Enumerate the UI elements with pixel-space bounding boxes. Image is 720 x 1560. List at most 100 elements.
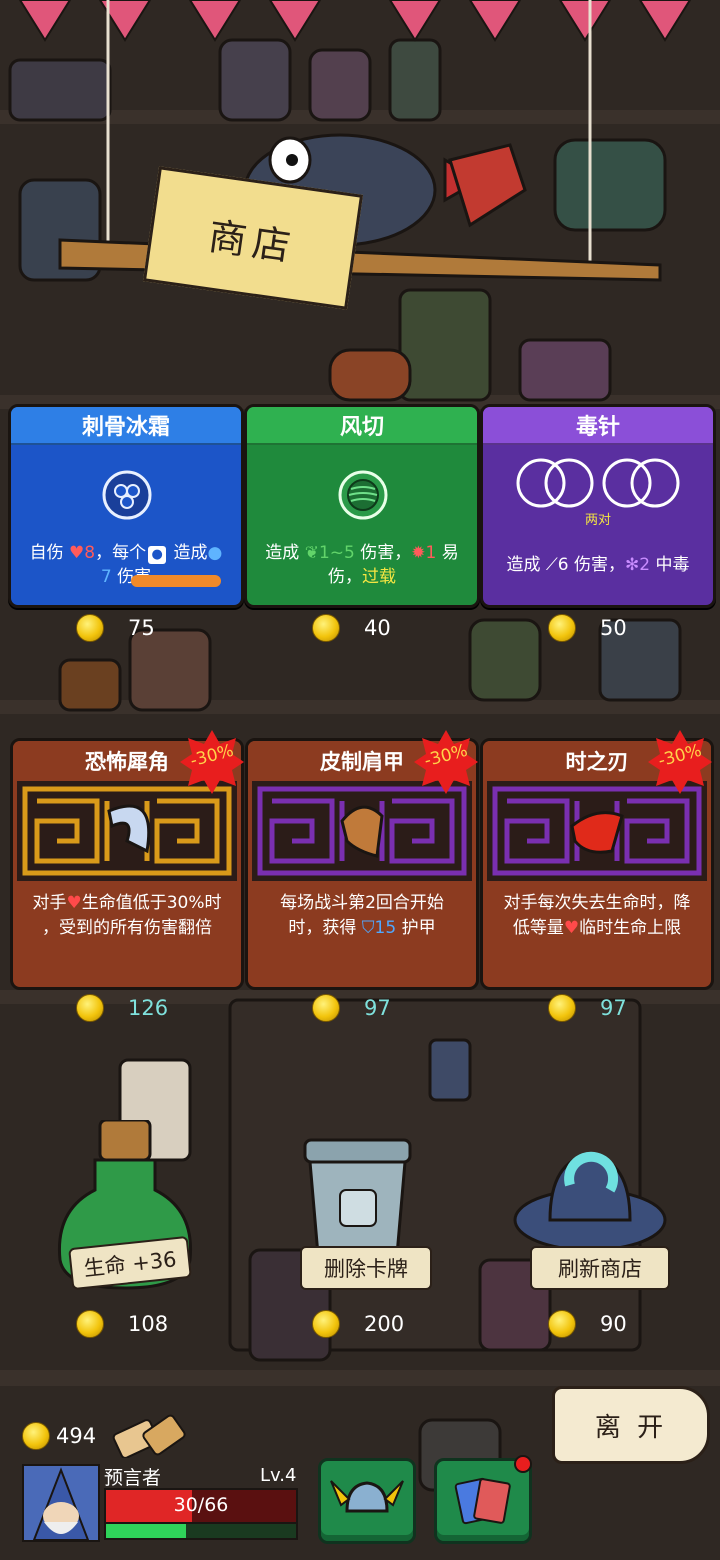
frost-orb-icon <box>102 470 152 520</box>
vulnerable-value: 1 <box>425 543 437 563</box>
heart-icon: ♥ <box>66 893 82 913</box>
trash-can-icon[interactable] <box>285 1130 430 1260</box>
orange-scribble <box>131 575 221 587</box>
coin-icon <box>548 614 576 642</box>
coin-icon <box>548 1310 576 1338</box>
desc-text: 低等量 <box>512 918 564 938</box>
hp-text: 30/66 <box>173 1494 229 1516</box>
hp-bar: 30/66 <box>104 1488 298 1524</box>
coin-icon <box>76 614 104 642</box>
price-value: 126 <box>128 996 169 1020</box>
price-value: 108 <box>128 1312 169 1336</box>
price-value: 90 <box>600 1312 627 1336</box>
desc-text: 中毒 <box>650 555 690 575</box>
dagger-icon: ⟋ <box>545 555 558 575</box>
relic-maze-frame <box>487 781 707 881</box>
desc-text: 生命值低于30%时 <box>81 893 222 913</box>
price-value: 40 <box>364 616 391 640</box>
service-remove-card-button[interactable]: 删除卡牌 <box>300 1246 432 1290</box>
maze-pattern <box>22 786 232 876</box>
relic-description: 对手♥生命值低于30%时 ，受到的所有伤害翻倍 <box>21 891 233 941</box>
card-description: 造成 ❦1~5 伤害，✹1 易 伤，过载 <box>253 541 471 589</box>
leave-label: 离 开 <box>594 1412 668 1443</box>
leaf-icon: ❦ <box>304 543 319 563</box>
map-scroll-icon[interactable] <box>112 1412 188 1458</box>
card-price: 50 <box>548 614 627 642</box>
price-value: 97 <box>600 996 627 1020</box>
relic-price: 97 <box>312 994 391 1022</box>
magic-hat-refresh-icon[interactable] <box>510 1130 670 1260</box>
relic-maze-frame <box>252 781 472 881</box>
water-drop-box-icon: ● <box>148 546 167 564</box>
damage-value: 7 <box>100 567 112 587</box>
price-value: 97 <box>364 996 391 1020</box>
armor-value: 15 <box>374 918 397 938</box>
shop-scene: 商店 刺骨冰霜 自伤 ♥8，每个● 造成● 7 伤害 风切 造成 ❦1~5 伤害… <box>0 0 720 1560</box>
damage-range: 1~5 <box>318 543 355 563</box>
card-title: 毒针 <box>483 407 713 445</box>
card-title: 刺骨冰霜 <box>11 407 241 445</box>
relic-description: 对手每次失去生命时，降 低等量♥临时生命上限 <box>491 891 703 941</box>
card-title: 风切 <box>247 407 477 445</box>
desc-text: 临时生命上限 <box>579 918 682 938</box>
water-drop-icon: ● <box>207 543 223 563</box>
coin-icon <box>76 1310 104 1338</box>
viking-helmet-icon <box>330 1480 404 1513</box>
overload-keyword: 过载 <box>362 567 396 587</box>
service-price: 108 <box>76 1310 168 1338</box>
relic-description: 每场战斗第2回合开始 时，获得 ⛉15 护甲 <box>256 891 468 941</box>
player-name: 预言者 <box>104 1467 162 1489</box>
desc-text: 时，获得 <box>288 918 362 938</box>
desc-text: 伤害， <box>354 543 412 563</box>
relic-maze-frame <box>17 781 237 881</box>
card-description: 造成 ⟋6 伤害，✻2 中毒 <box>489 553 707 577</box>
player-avatar[interactable] <box>22 1464 100 1542</box>
wind-orb-icon <box>338 470 388 520</box>
coin-icon <box>312 1310 340 1338</box>
desc-text: 伤害， <box>568 555 626 575</box>
vulnerable-icon: ✹ <box>411 543 426 563</box>
price-value: 75 <box>128 616 155 640</box>
desc-text: 易 <box>436 543 459 563</box>
wizard-portrait <box>32 1467 90 1541</box>
desc-text: 造成 <box>265 543 305 563</box>
service-price: 200 <box>312 1310 404 1338</box>
poison-value: 2 <box>639 555 651 575</box>
coin-icon <box>312 994 340 1022</box>
desc-text: ，受到的所有伤害翻倍 <box>42 918 212 938</box>
desc-text: 造成 <box>168 543 208 563</box>
maze-pattern <box>492 786 702 876</box>
pauldron-icon <box>340 805 384 858</box>
maze-pattern <box>257 786 467 876</box>
desc-text: 对手每次失去生命时，降 <box>503 893 691 913</box>
coin-icon <box>312 614 340 642</box>
service-refresh-shop-button[interactable]: 刷新商店 <box>530 1246 670 1290</box>
desc-text: 造成 <box>506 555 546 575</box>
xp-bar <box>104 1522 298 1540</box>
desc-text: 对手 <box>32 893 67 913</box>
player-gold: 494 <box>22 1422 96 1450</box>
leave-button[interactable]: 离 开 <box>552 1386 710 1464</box>
player-level: Lv.4 <box>260 1465 297 1486</box>
heart-icon: ♥ <box>563 918 580 938</box>
shield-icon: ⛉ <box>361 918 375 938</box>
desc-text: 每场战斗第2回合开始 <box>280 893 444 913</box>
shop-card-wind[interactable]: 风切 造成 ❦1~5 伤害，✹1 易 伤，过载 <box>244 404 480 608</box>
relic-price: 97 <box>548 994 627 1022</box>
shop-card-poison-needle[interactable]: 毒针 两对 造成 ⟋6 伤害，✻2 中毒 <box>480 404 716 608</box>
two-pairs-rings-icon <box>516 458 680 508</box>
desc-text: 自伤 <box>29 543 70 563</box>
coin-icon <box>22 1422 50 1450</box>
price-value: 200 <box>364 1312 405 1336</box>
card-price: 75 <box>76 614 155 642</box>
damage-value: 6 <box>557 555 569 575</box>
coin-icon <box>76 994 104 1022</box>
xp-bar-fill <box>106 1524 186 1538</box>
shop-card-frost[interactable]: 刺骨冰霜 自伤 ♥8，每个● 造成● 7 伤害 <box>8 404 244 608</box>
coin-icon <box>548 994 576 1022</box>
desc-text: ，每个 <box>95 543 147 563</box>
equipment-button[interactable] <box>318 1458 416 1544</box>
shop-title: 商店 <box>205 213 300 270</box>
poison-icon: ✻ <box>625 555 640 575</box>
service-price: 90 <box>548 1310 627 1338</box>
